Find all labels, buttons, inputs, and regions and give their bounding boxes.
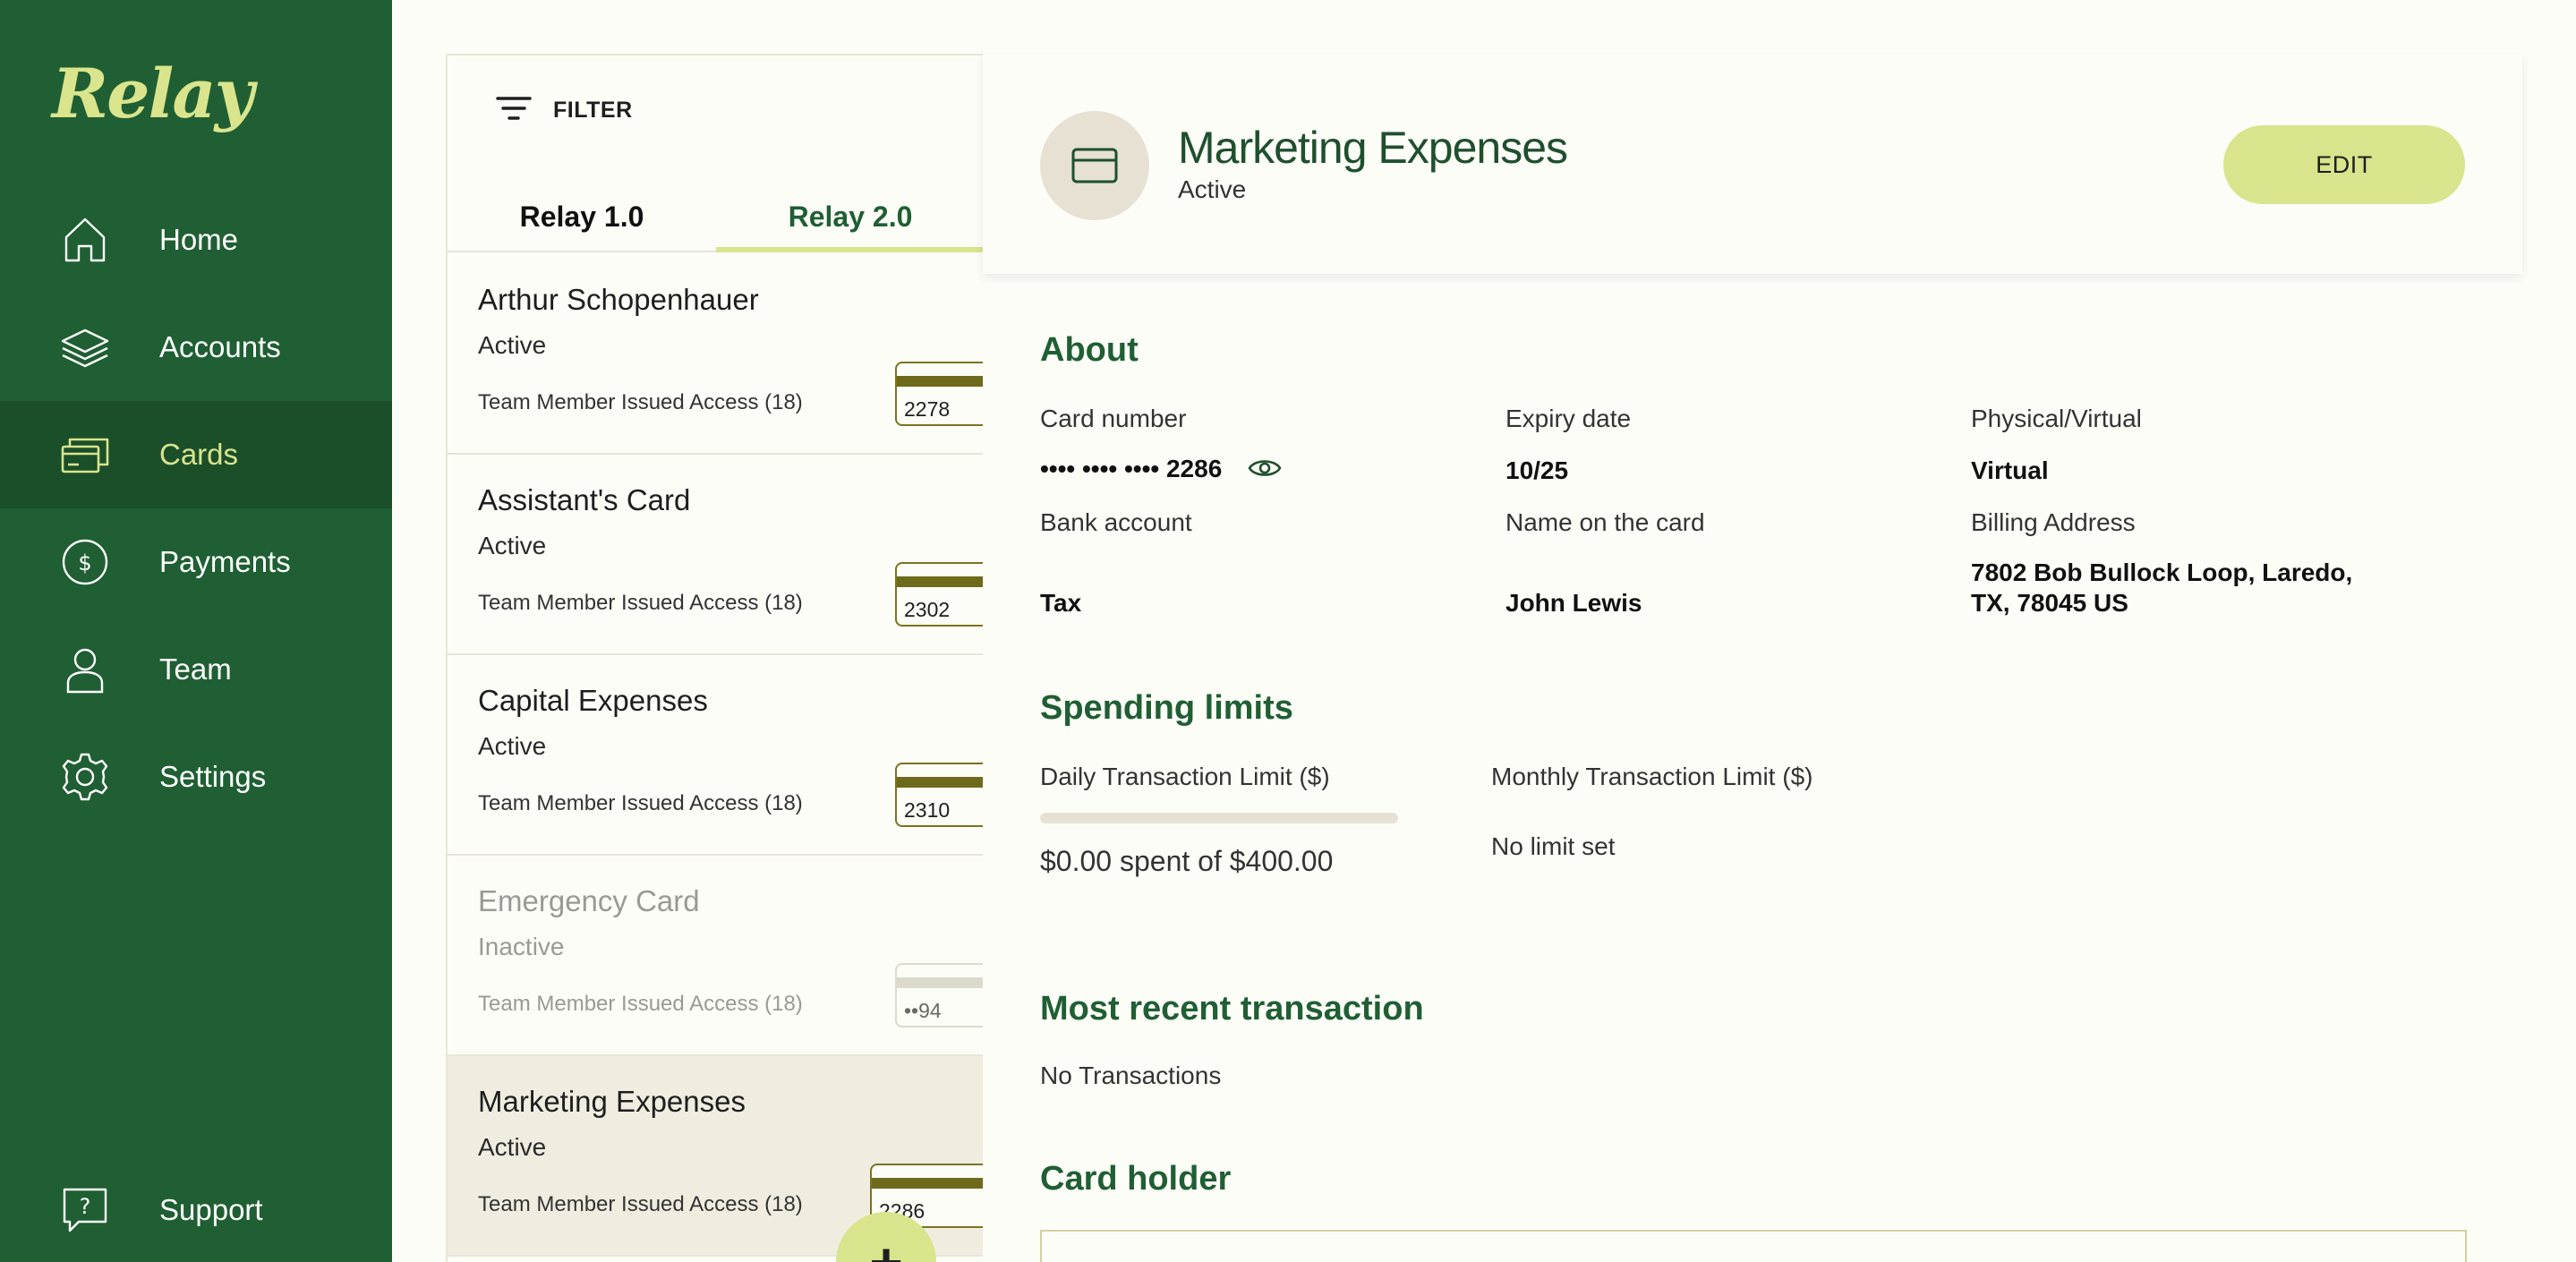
billing-address-label: Billing Address (1971, 508, 2136, 536)
recent-transaction-text: No Transactions (1040, 1062, 1222, 1089)
card-type-label: Physical/Virtual (1971, 405, 2142, 432)
billing-address-line1: 7802 Bob Bullock Loop, Laredo, (1971, 559, 2353, 586)
sidebar-item-accounts[interactable]: Accounts (0, 294, 392, 401)
daily-spent-text: $0.00 spent of $400.00 (1040, 845, 1334, 877)
card-name: Marketing Expenses (478, 1085, 746, 1118)
card-thumbnail: ••94 (895, 963, 983, 1028)
dollar-circle-icon: $ (59, 536, 111, 588)
expiry-date-label: Expiry date (1506, 405, 1632, 432)
sidebar-item-label: Cards (159, 438, 239, 471)
card-name: Arthur Schopenhauer (478, 283, 759, 316)
card-list-item[interactable]: Emergency Card Inactive Team Member Issu… (448, 856, 983, 1056)
card-name: Assistant's Card (478, 483, 691, 516)
edit-button[interactable]: EDIT (2223, 125, 2465, 204)
sidebar-item-home[interactable]: Home (0, 186, 392, 294)
eye-icon[interactable] (1248, 456, 1282, 480)
billing-address-line2: TX, 78045 US (1971, 589, 2128, 617)
card-last4: 2310 (904, 798, 951, 822)
card-access: Team Member Issued Access (18) (478, 591, 803, 615)
card-status: Active (478, 532, 547, 559)
daily-limit-progress (1040, 813, 1398, 823)
filter-icon (494, 93, 533, 128)
sidebar-item-label: Settings (159, 760, 267, 793)
home-icon (59, 214, 111, 266)
sidebar-item-label: Team (159, 652, 232, 686)
name-on-card-value: John Lewis (1506, 589, 1642, 617)
page-title: Marketing Expenses (1178, 123, 1568, 173)
cards-icon (59, 429, 111, 481)
card-number-value: •••• •••• •••• 2286 (1040, 455, 1223, 482)
card-list-item[interactable]: Arthur Schopenhauer Active Team Member I… (448, 254, 983, 455)
sidebar-item-team[interactable]: Team (0, 616, 392, 723)
card-list-item[interactable]: Capital Expenses Active Team Member Issu… (448, 655, 983, 856)
layers-icon (59, 321, 111, 373)
card-detail-header: Marketing Expenses Active EDIT (983, 54, 2522, 274)
card-detail-panel: Marketing Expenses Active EDIT About Car… (983, 54, 2522, 1262)
relay-logo[interactable]: Relay (52, 54, 254, 133)
bank-account-label: Bank account (1040, 508, 1192, 536)
card-thumbnail: 2310 (895, 763, 983, 827)
credit-card-icon (1071, 148, 1118, 183)
gear-icon (59, 751, 111, 803)
about-heading: About (1040, 331, 1139, 369)
card-type-value: Virtual (1971, 456, 2049, 484)
svg-text:?: ? (80, 1194, 91, 1219)
card-last4: 2278 (904, 397, 951, 421)
card-last4: 2302 (904, 598, 951, 621)
card-status: Active (478, 732, 547, 760)
card-access: Team Member Issued Access (18) (478, 992, 803, 1016)
sidebar-item-settings[interactable]: Settings (0, 723, 392, 831)
expiry-date-value: 10/25 (1506, 456, 1569, 484)
card-last4: ••94 (904, 999, 942, 1022)
card-thumbnail: 2278 (895, 362, 983, 426)
card-name: Capital Expenses (478, 684, 708, 717)
card-status: Active (478, 1133, 547, 1161)
card-access: Team Member Issued Access (18) (478, 1192, 803, 1216)
card-access: Team Member Issued Access (18) (478, 791, 803, 815)
help-chat-icon: ? (59, 1184, 111, 1236)
sidebar-item-label: Accounts (159, 330, 281, 363)
recent-transaction-heading: Most recent transaction (1040, 990, 1424, 1028)
card-avatar (1040, 111, 1149, 220)
tab-relay-1[interactable]: Relay 1.0 (448, 190, 716, 252)
card-number-label: Card number (1040, 405, 1187, 432)
sidebar-item-support[interactable]: ? Support (0, 1156, 392, 1262)
card-name: Emergency Card (478, 884, 700, 917)
monthly-limit-label: Monthly Transaction Limit ($) (1491, 763, 1813, 790)
card-access: Team Member Issued Access (18) (478, 390, 803, 414)
person-icon (59, 644, 111, 695)
tab-relay-2[interactable]: Relay 2.0 (716, 190, 983, 252)
relay-version-tabs: Relay 1.0 Relay 2.0 (448, 190, 983, 252)
sidebar-item-cards[interactable]: Cards (0, 401, 392, 508)
daily-limit-label: Daily Transaction Limit ($) (1040, 763, 1330, 790)
card-status: Active (1178, 175, 1247, 203)
card-list-item[interactable]: Assistant's Card Active Team Member Issu… (448, 455, 983, 655)
monthly-limit-text: No limit set (1491, 832, 1616, 860)
card-list-panel: FILTER Relay 1.0 Relay 2.0 Arthur Schope… (446, 54, 983, 1262)
bank-account-value: Tax (1040, 589, 1082, 617)
card-status: Active (478, 331, 547, 359)
name-on-card-label: Name on the card (1506, 508, 1705, 536)
svg-text:$: $ (78, 550, 91, 576)
card-status: Inactive (478, 933, 565, 960)
card-holder-box (1040, 1230, 2467, 1262)
spending-limits-heading: Spending limits (1040, 689, 1293, 727)
card-holder-heading: Card holder (1040, 1160, 1232, 1198)
sidebar-item-label: Support (159, 1193, 263, 1226)
sidebar-item-payments[interactable]: $ Payments (0, 508, 392, 616)
sidebar-item-label: Home (159, 223, 239, 256)
sidebar: Relay Home Accounts Cards $ Payments Tea… (0, 0, 392, 1262)
filter-label: FILTER (553, 98, 633, 123)
card-thumbnail: 2302 (895, 562, 983, 627)
sidebar-item-label: Payments (159, 545, 291, 578)
filter-button[interactable]: FILTER (494, 93, 633, 128)
